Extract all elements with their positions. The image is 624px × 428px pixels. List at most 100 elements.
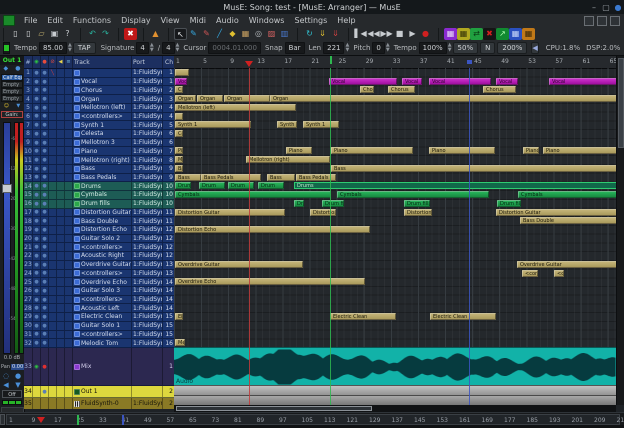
part-distortion-guitar[interactable]: Distortion Guitar (175, 209, 285, 216)
header-channel[interactable]: Ch (163, 56, 174, 68)
mute-cell[interactable] (49, 270, 57, 278)
mute-cell[interactable] (49, 86, 57, 94)
header-port[interactable]: Port (132, 56, 163, 68)
track-channel[interactable]: 13 (163, 270, 174, 278)
track-row-25[interactable]: 25●●Overdrive Echo1:FluidSyn14 (24, 278, 174, 287)
mute-cell[interactable] (49, 398, 57, 409)
class-cell[interactable] (65, 139, 73, 147)
part-chorus[interactable]: Chorus (360, 86, 374, 93)
part-cymbals[interactable]: Cymbals (175, 191, 331, 198)
mute-cell[interactable] (49, 104, 57, 112)
record-arm-dot[interactable] (33, 386, 41, 397)
record-arm-dot[interactable]: ● (33, 322, 41, 330)
part-synth-1[interactable]: Synth 1 (303, 121, 339, 128)
track-port[interactable]: 1:FluidSyn (132, 130, 163, 138)
eraser-tool-button[interactable]: ✎ (200, 28, 213, 40)
track-name[interactable]: Vocal (73, 78, 132, 86)
automation-off-button[interactable]: Off (2, 390, 22, 398)
power-icon[interactable]: ◌ (3, 372, 9, 381)
monitor-dot[interactable]: ● (41, 147, 49, 155)
hscroll-thumb[interactable] (176, 406, 372, 411)
track-channel[interactable]: 6 (163, 139, 174, 147)
track-name[interactable]: Organ (73, 95, 132, 103)
track-channel[interactable]: 14 (163, 304, 174, 312)
gain-display[interactable]: Gain: 1.0 (1, 111, 23, 118)
input-route-icon[interactable]: ● (15, 65, 20, 73)
tempo-led-icon[interactable] (3, 42, 10, 54)
class-cell[interactable] (65, 182, 73, 190)
track-row-24[interactable]: 24●●<controllers>1:FluidSyn13 (24, 270, 174, 279)
track-name[interactable]: Out 1 (73, 386, 132, 397)
solo-cell[interactable] (57, 235, 65, 243)
track-row-21[interactable]: 21●●<controllers>1:FluidSyn12 (24, 243, 174, 252)
part-piano[interactable]: Piano (175, 147, 183, 154)
part-cymbals[interactable]: Cymbals (337, 191, 489, 198)
stop-button[interactable]: ■ (393, 28, 406, 40)
part-drum[interactable]: Drum (258, 182, 284, 189)
class-cell[interactable] (65, 386, 73, 397)
menu-edit[interactable]: Edit (42, 16, 68, 25)
overview-grip[interactable] (0, 414, 5, 425)
restore-button[interactable]: ▢ (600, 3, 612, 12)
part-piano[interactable]: Piano (331, 147, 413, 154)
undo-button[interactable]: ↶ (86, 28, 99, 40)
track-channel[interactable]: 3 (163, 95, 174, 103)
solo-down-icon[interactable]: ▼ (15, 381, 20, 390)
speaker-icon[interactable]: ◀ (531, 42, 538, 54)
mute-cell[interactable] (49, 252, 57, 260)
solo-cell[interactable] (57, 165, 65, 173)
track-port[interactable]: 1:FluidSyn (132, 313, 163, 321)
track-row-33[interactable]: 33◉●Mix1 (24, 348, 174, 386)
monitor-dot[interactable]: ● (41, 78, 49, 86)
track-row-19[interactable]: 19●●Distortion Echo1:FluidSyn12 (24, 226, 174, 235)
class-cell[interactable] (65, 209, 73, 217)
track-row-10[interactable]: 10●●Piano1:FluidSyn7 (24, 147, 174, 156)
play-button[interactable]: ▶ (406, 28, 419, 40)
monitor-dot[interactable]: ● (41, 278, 49, 286)
track-port[interactable]: 1:FluidSyn (132, 209, 163, 217)
part-mellotron-right-[interactable]: Mellotron (right) (246, 156, 330, 163)
fader-handle[interactable] (2, 184, 12, 193)
solo-cell[interactable] (57, 226, 65, 234)
record-arm-dot[interactable]: ● (33, 104, 41, 112)
track-channel[interactable]: 2 (163, 386, 174, 397)
monitor-dot[interactable]: ● (41, 331, 49, 339)
part-distortion-guitar[interactable]: Distortion Guitar (496, 209, 616, 216)
part--controllers-[interactable]: <controllers> (554, 270, 564, 277)
track-port[interactable]: 1:FluidSyn (132, 69, 163, 77)
solo-cell[interactable] (57, 217, 65, 225)
record-arm-dot[interactable]: ● (33, 270, 41, 278)
mute-cell[interactable] (49, 200, 57, 208)
class-cell[interactable] (65, 270, 73, 278)
redo-button[interactable]: ↷ (99, 28, 112, 40)
monitor-dot[interactable]: ● (41, 130, 49, 138)
green-flag-icon[interactable] (330, 56, 332, 64)
part--controllers-[interactable]: <controllers> (522, 270, 538, 277)
track-port[interactable]: 1:FluidSyn (132, 200, 163, 208)
monitor-dot[interactable]: ● (41, 304, 49, 312)
track-name[interactable]: Piano (73, 147, 132, 155)
snap-combobox[interactable]: Bar ▾ (285, 42, 305, 54)
class-cell[interactable] (65, 165, 73, 173)
class-cell[interactable] (65, 113, 73, 121)
solo-cell[interactable] (57, 174, 65, 182)
monitor-dot[interactable]: ● (41, 200, 49, 208)
rewind-button[interactable]: ◀◀ (367, 28, 380, 40)
effect-slot-2[interactable]: Empty (1, 81, 23, 88)
part-organ[interactable]: Organ (197, 95, 223, 102)
track-row-15[interactable]: 15●●Cymbals1:FluidSyn10 (24, 191, 174, 200)
track-channel[interactable]: 13 (163, 261, 174, 269)
track-channel[interactable]: 12 (163, 243, 174, 251)
track-name[interactable]: Melodic Tom (73, 339, 132, 347)
meter-tool-button[interactable]: ▥ (278, 28, 291, 40)
header-monitor-icon[interactable]: ● (41, 56, 49, 68)
record-arm-dot[interactable]: ● (33, 182, 41, 190)
mute-cell[interactable] (49, 209, 57, 217)
track-port[interactable]: 1:FluidSyn (132, 322, 163, 330)
track-channel[interactable]: 2 (163, 398, 174, 409)
mute-cell[interactable] (49, 235, 57, 243)
track-channel[interactable]: 7 (163, 147, 174, 155)
part-vocal[interactable]: Vocal (402, 78, 422, 85)
mute-cell[interactable] (49, 165, 57, 173)
part-mellotron-left-[interactable]: Mellotron (left) (175, 104, 296, 111)
